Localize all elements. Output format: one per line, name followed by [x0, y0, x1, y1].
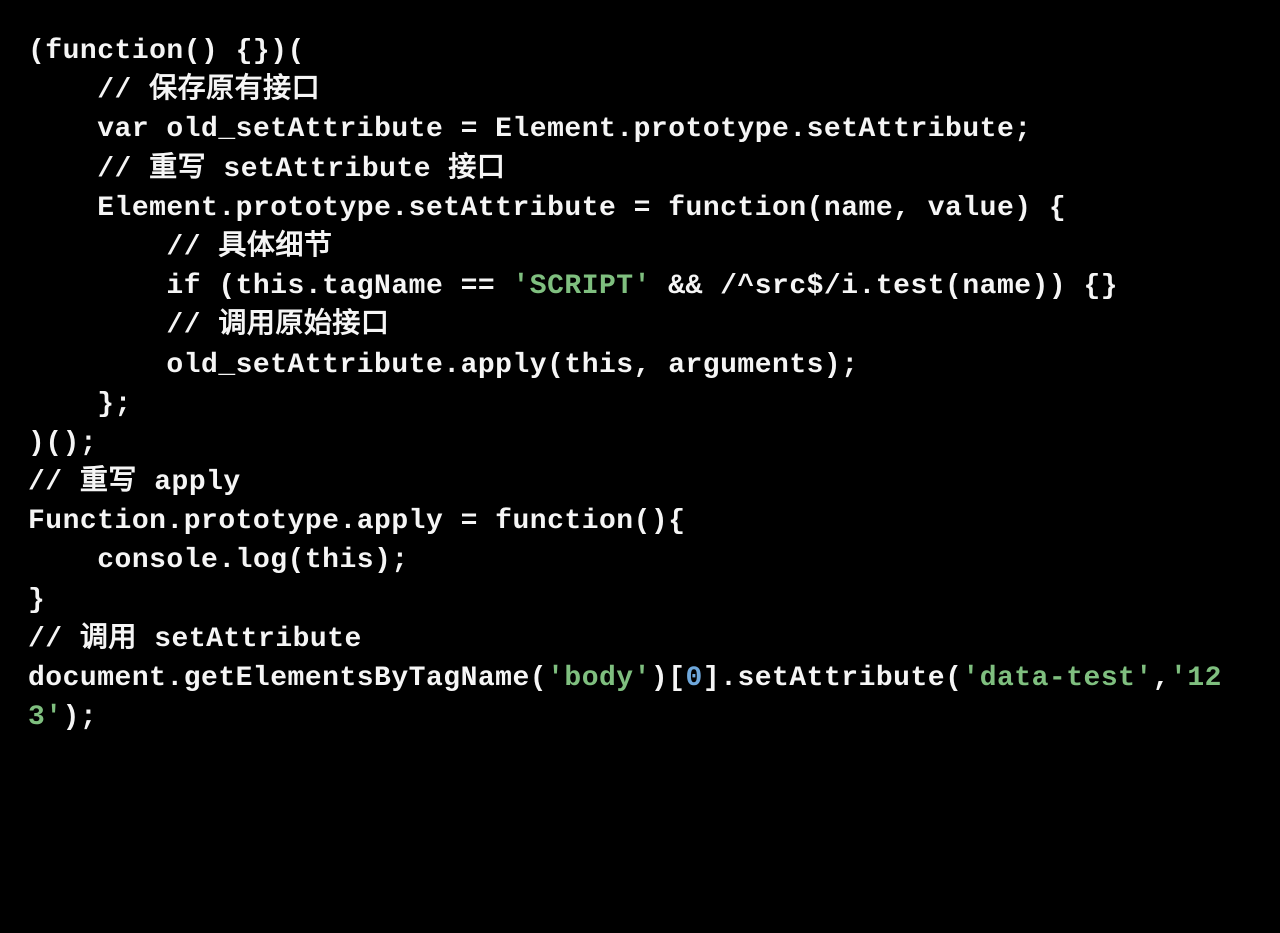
code-text: ,	[1153, 663, 1170, 694]
code-number: 0	[686, 663, 703, 694]
code-text: if (this.tagName ==	[28, 271, 512, 302]
code-text: ].setAttribute(	[703, 663, 963, 694]
code-text: // 保存原有接口	[28, 75, 320, 106]
code-text: console.log(this);	[28, 545, 409, 576]
code-text: old_setAttribute.apply(this, arguments);	[28, 350, 859, 381]
code-string: 'SCRIPT'	[512, 271, 650, 302]
code-string: 'body'	[547, 663, 651, 694]
code-text: (function() {})(	[28, 36, 305, 67]
code-text: }	[28, 585, 45, 616]
code-text: // 具体细节	[28, 232, 332, 263]
code-text: var old_setAttribute = Element.prototype…	[28, 114, 1032, 145]
code-text: // 调用 setAttribute	[28, 624, 362, 655]
code-string: 'data-test'	[962, 663, 1152, 694]
code-text: };	[28, 389, 132, 420]
code-text: && /^src$/i.test(name)) {}	[651, 271, 1118, 302]
code-text: );	[63, 702, 98, 733]
code-text: // 重写 apply	[28, 467, 241, 498]
code-text: )[	[651, 663, 686, 694]
code-text: document.getElementsByTagName(	[28, 663, 547, 694]
code-block: (function() {})( // 保存原有接口 var old_setAt…	[28, 32, 1252, 737]
code-text: // 重写 setAttribute 接口	[28, 154, 505, 185]
code-text: // 调用原始接口	[28, 310, 389, 341]
code-text: Element.prototype.setAttribute = functio…	[28, 193, 1066, 224]
code-text: Function.prototype.apply = function(){	[28, 506, 686, 537]
code-text: )();	[28, 428, 97, 459]
